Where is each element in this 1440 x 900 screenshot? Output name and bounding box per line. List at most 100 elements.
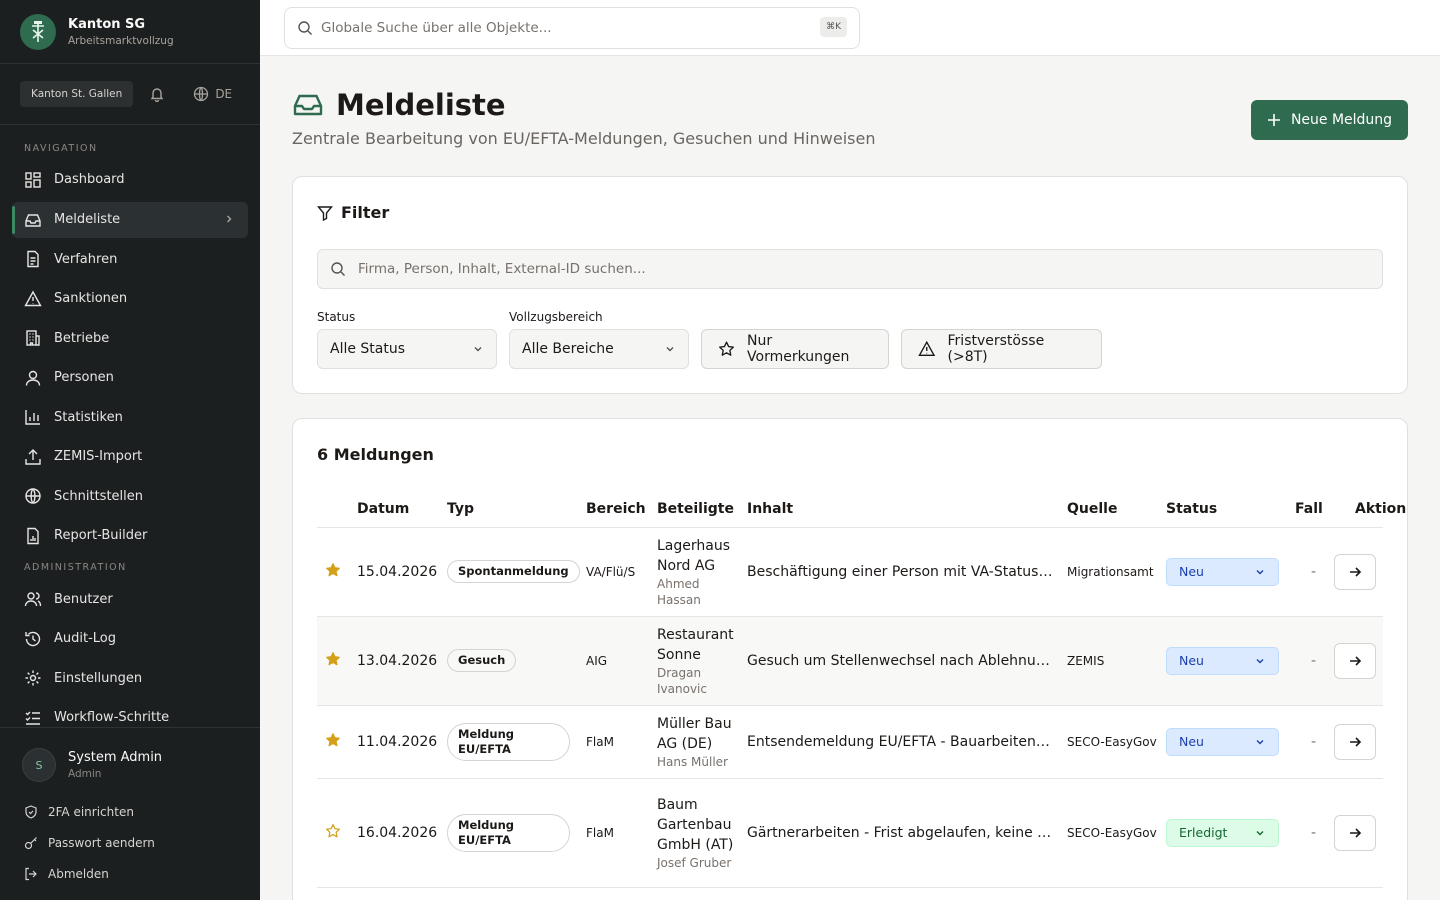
content-cell: Gärtnerarbeiten - Frist abgelaufen, kein… [747,778,1067,888]
avatar: S [22,748,56,782]
column-header[interactable]: Aktionen [1355,491,1407,528]
dashboard-icon [25,172,41,188]
star-filled-icon[interactable] [325,651,341,667]
column-header[interactable]: Fall [1295,491,1355,528]
shortcut-hint: ⌘K [820,17,847,37]
sidebar-item-verfahren[interactable]: Verfahren [0,240,260,280]
plus-icon [1267,114,1280,126]
open-report-button[interactable] [1334,723,1376,760]
brand[interactable]: Kanton SG Arbeitsmarktvollzug [0,0,260,64]
deadline-violation-toggle[interactable]: Fristverstösse (>8T) [901,329,1102,369]
sidebar-item-statistiken[interactable]: Statistiken [0,398,260,438]
person-name[interactable]: Dragan Ivanovic [657,665,747,697]
gear-icon [25,670,41,686]
filter-search-input[interactable]: Firma, Person, Inhalt, External-ID suche… [317,249,1383,289]
area-cell: VA/Flü/S [586,527,657,617]
chevron-down-icon [666,347,674,352]
global-search-input[interactable]: Globale Suche über alle Objekte... ⌘K [284,7,860,49]
warning-icon [24,290,42,306]
only-marked-toggle[interactable]: Nur Vormerkungen [701,329,889,369]
sidebar-item-meldeliste[interactable]: Meldeliste [12,201,248,238]
chart-icon [25,410,40,425]
globe-icon [194,86,209,102]
canton-selector[interactable]: Kanton St. Gallen [20,81,134,107]
sidebar-item-label: ZEMIS-Import [54,449,143,465]
date-cell: 13.04.2026 [357,616,447,706]
user-profile[interactable]: S System Admin Admin [0,748,260,782]
open-report-button[interactable] [1334,642,1376,679]
firm-name[interactable]: Müller Bau AG (DE) [657,714,747,754]
sidebar-item-benutzer[interactable]: Benutzer [0,580,260,620]
history-icon [25,631,41,646]
type-badge: Gesuch [447,649,517,672]
column-header[interactable]: Beteiligte [657,491,747,528]
chevron-down-icon [1256,739,1264,744]
column-header[interactable]: Datum [357,491,447,528]
area-filter-label: Vollzugsbereich [509,310,603,324]
column-header[interactable]: Bereich [586,491,657,528]
twofa-link[interactable]: 2FA einrichten [0,796,260,827]
report-list: 6 Meldungen Datum Typ Bereich Beteiligte… [292,418,1408,900]
sidebar-item-personen[interactable]: Personen [0,358,260,398]
source-cell: SECO-EasyGov [1067,778,1166,888]
sidebar-item-betriebe[interactable]: Betriebe [0,319,260,359]
person-name[interactable]: Josef Gruber [657,855,747,871]
status-select[interactable]: Alle Status [317,329,497,369]
table-row[interactable]: 15.04.2026 Spontanmeldung VA/Flü/S Lager… [317,527,1383,617]
star-filled-icon[interactable] [325,732,341,748]
column-header[interactable]: Status [1166,491,1295,528]
firm-name[interactable]: Baum Gartenbau GmbH (AT) [657,795,747,855]
table-row[interactable]: 16.04.2026 Meldung EU/EFTA FlaM Baum Gar… [317,778,1383,888]
globe-icon [25,488,41,504]
new-report-button[interactable]: Neue Meldung [1251,100,1408,140]
chevron-down-icon [1256,830,1264,835]
upload-icon [25,448,41,465]
area-cell: FlaM [586,778,657,888]
chevron-right-icon [227,215,232,222]
inbox-icon [25,213,41,227]
status-select[interactable]: Neu [1166,727,1279,756]
table-row[interactable]: 13.04.2026 Gesuch AIG Restaurant Sonne Dr… [317,616,1383,706]
type-badge: Meldung EU/EFTA [447,722,570,761]
sidebar-item-zemis-import[interactable]: ZEMIS-Import [0,437,260,477]
change-password-link[interactable]: Passwort aendern [0,827,260,858]
area-select[interactable]: Alle Bereiche [509,329,689,369]
sidebar-item-label: Workflow-Schritte [54,710,170,726]
status-select[interactable]: Erledigt [1166,818,1279,847]
firm-name[interactable]: Restaurant Sonne [657,625,747,665]
table-row[interactable]: 11.04.2026 Meldung EU/EFTA FlaM Müller B… [317,705,1383,779]
star-filled-icon[interactable] [325,562,341,578]
filter-panel: Filter Firma, Person, Inhalt, External-I… [292,176,1408,394]
logout-link[interactable]: Abmelden [0,858,260,889]
person-name[interactable]: Ahmed Hassan [657,576,747,608]
star-outline-icon[interactable] [325,823,341,839]
user-name: System Admin [68,750,163,765]
page-subtitle: Zentrale Bearbeitung von EU/EFTA-Meldung… [292,129,876,148]
person-name[interactable]: Hans Müller [657,754,747,770]
source-cell: Migrationsamt [1067,527,1166,617]
firm-name[interactable]: Lagerhaus Nord AG [657,536,747,576]
status-select[interactable]: Neu [1166,557,1279,586]
sidebar-item-label: Sanktionen [54,291,128,307]
column-header[interactable]: Typ [447,491,586,528]
page-title: Meldeliste [292,88,506,122]
column-header[interactable]: Quelle [1067,491,1166,528]
column-header[interactable]: Inhalt [747,491,1067,528]
bell-icon[interactable] [149,86,165,102]
language-switch[interactable]: DE [193,86,232,102]
sidebar-item-schnittstellen[interactable]: Schnittstellen [0,477,260,517]
sidebar-item-einstellungen[interactable]: Einstellungen [0,659,260,699]
search-icon [331,262,345,276]
sidebar-item-sanktionen[interactable]: Sanktionen [0,279,260,319]
sidebar-item-audit-log[interactable]: Audit-Log [0,619,260,659]
open-report-button[interactable] [1334,814,1376,851]
area-cell: FlaM [586,705,657,779]
status-select-value: Alle Status [330,341,406,357]
arrow-right-icon [1350,655,1362,666]
open-report-button[interactable] [1334,553,1376,590]
sidebar-item-report-builder[interactable]: Report-Builder [0,516,260,556]
status-select[interactable]: Neu [1166,646,1279,675]
sidebar-item-dashboard[interactable]: Dashboard [0,160,260,200]
language-label: DE [215,87,233,101]
deadline-violation-label: Fristverstösse (>8T) [947,333,1045,365]
